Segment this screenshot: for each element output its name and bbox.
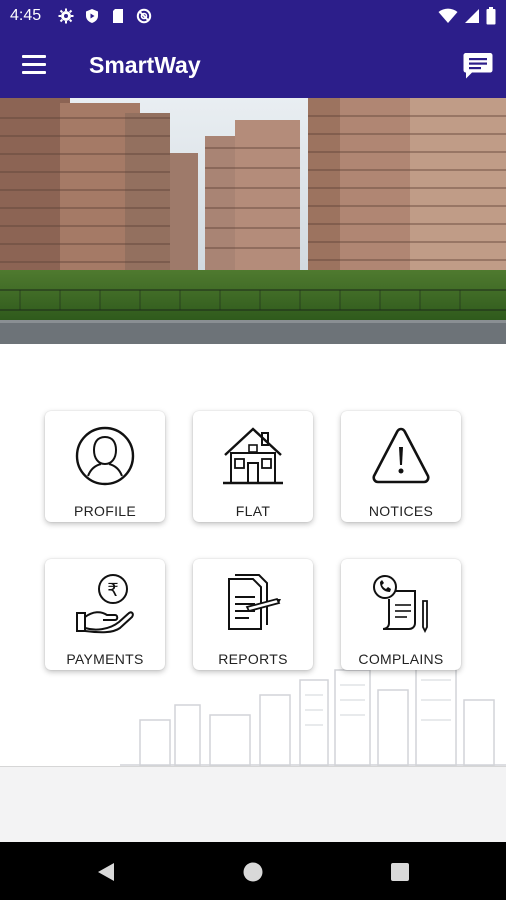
house-icon	[223, 427, 283, 485]
status-time: 4:45	[10, 7, 42, 24]
system-nav-bar	[0, 842, 506, 900]
tile-notices[interactable]: NOTICES	[341, 411, 461, 522]
battery-icon	[486, 7, 496, 25]
tile-label: NOTICES	[368, 503, 434, 519]
profile-icon	[75, 426, 135, 486]
app-bar: SmartWay	[0, 33, 506, 98]
bottom-panel	[0, 766, 506, 843]
hamburger-menu-icon[interactable]	[18, 51, 50, 81]
chat-icon[interactable]	[460, 49, 496, 83]
tile-label: PAYMENTS	[66, 651, 144, 667]
rupee-payment-icon: ₹	[76, 574, 134, 634]
warning-icon	[372, 427, 430, 484]
home-icon[interactable]	[241, 860, 265, 884]
tile-label: REPORTS	[218, 651, 288, 667]
tile-flat[interactable]: FLAT	[193, 411, 313, 522]
shield-icon	[86, 9, 98, 23]
tile-profile[interactable]: PROFILE	[45, 411, 165, 522]
tile-reports[interactable]: REPORTS	[193, 559, 313, 670]
banner-image	[0, 98, 506, 344]
phone-complaint-icon	[373, 575, 428, 634]
signal-icon	[465, 9, 479, 23]
documents-icon	[228, 574, 281, 630]
tile-label: FLAT	[235, 503, 271, 519]
back-icon[interactable]	[94, 860, 118, 884]
recents-icon[interactable]	[388, 860, 412, 884]
tile-payments[interactable]: ₹ PAYMENTS	[45, 559, 165, 670]
tile-complains[interactable]: COMPLAINS	[341, 559, 461, 670]
settings-icon	[58, 8, 74, 24]
status-left-icons	[58, 8, 152, 24]
no-disturb-icon	[136, 8, 152, 24]
status-right-icons	[438, 7, 496, 25]
apartment-buildings-photo	[0, 98, 506, 344]
svg-text:₹: ₹	[107, 580, 118, 601]
status-bar: 4:45	[0, 0, 506, 33]
sd-card-icon	[113, 9, 123, 23]
tile-label: PROFILE	[73, 503, 136, 519]
tile-label: COMPLAINS	[358, 651, 444, 667]
wifi-icon	[438, 8, 458, 23]
app-title: SmartWay	[89, 52, 201, 78]
